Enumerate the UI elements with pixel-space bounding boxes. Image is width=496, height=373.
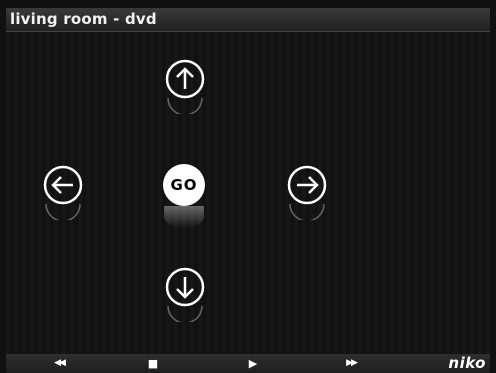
- left-button[interactable]: [42, 164, 84, 220]
- title-bar: living room - dvd: [6, 8, 490, 32]
- stop-icon: ■: [147, 357, 159, 370]
- window-title: living room - dvd: [10, 10, 157, 28]
- arrow-down-circle-icon: [165, 267, 205, 307]
- transport-bar: ◀◀ ■ ▶ ▶▶ niko: [6, 354, 490, 373]
- down-button[interactable]: [164, 266, 206, 322]
- up-button[interactable]: [164, 58, 206, 114]
- arrow-up-circle-icon: [165, 59, 205, 99]
- play-icon: ▶: [248, 357, 258, 370]
- play-button[interactable]: ▶: [238, 354, 268, 373]
- left-reflection: [45, 204, 81, 220]
- app-window: living room - dvd GO ◀◀ ■ ▶ ▶▶ niko: [0, 0, 496, 373]
- go-button[interactable]: GO: [163, 164, 205, 206]
- right-reflection: [289, 204, 325, 220]
- up-reflection: [167, 98, 203, 114]
- rewind-icon: ◀◀: [54, 358, 66, 368]
- rewind-button[interactable]: ◀◀: [44, 354, 74, 373]
- fast-forward-icon: ▶▶: [346, 358, 358, 368]
- right-button[interactable]: [286, 164, 328, 220]
- down-reflection: [167, 306, 203, 322]
- arrow-left-circle-icon: [43, 165, 83, 205]
- go-reflection: [164, 206, 204, 228]
- fast-forward-button[interactable]: ▶▶: [336, 354, 366, 373]
- stop-button[interactable]: ■: [138, 354, 168, 373]
- arrow-right-circle-icon: [287, 165, 327, 205]
- go-label: GO: [170, 176, 198, 194]
- brand-logo: niko: [448, 354, 486, 372]
